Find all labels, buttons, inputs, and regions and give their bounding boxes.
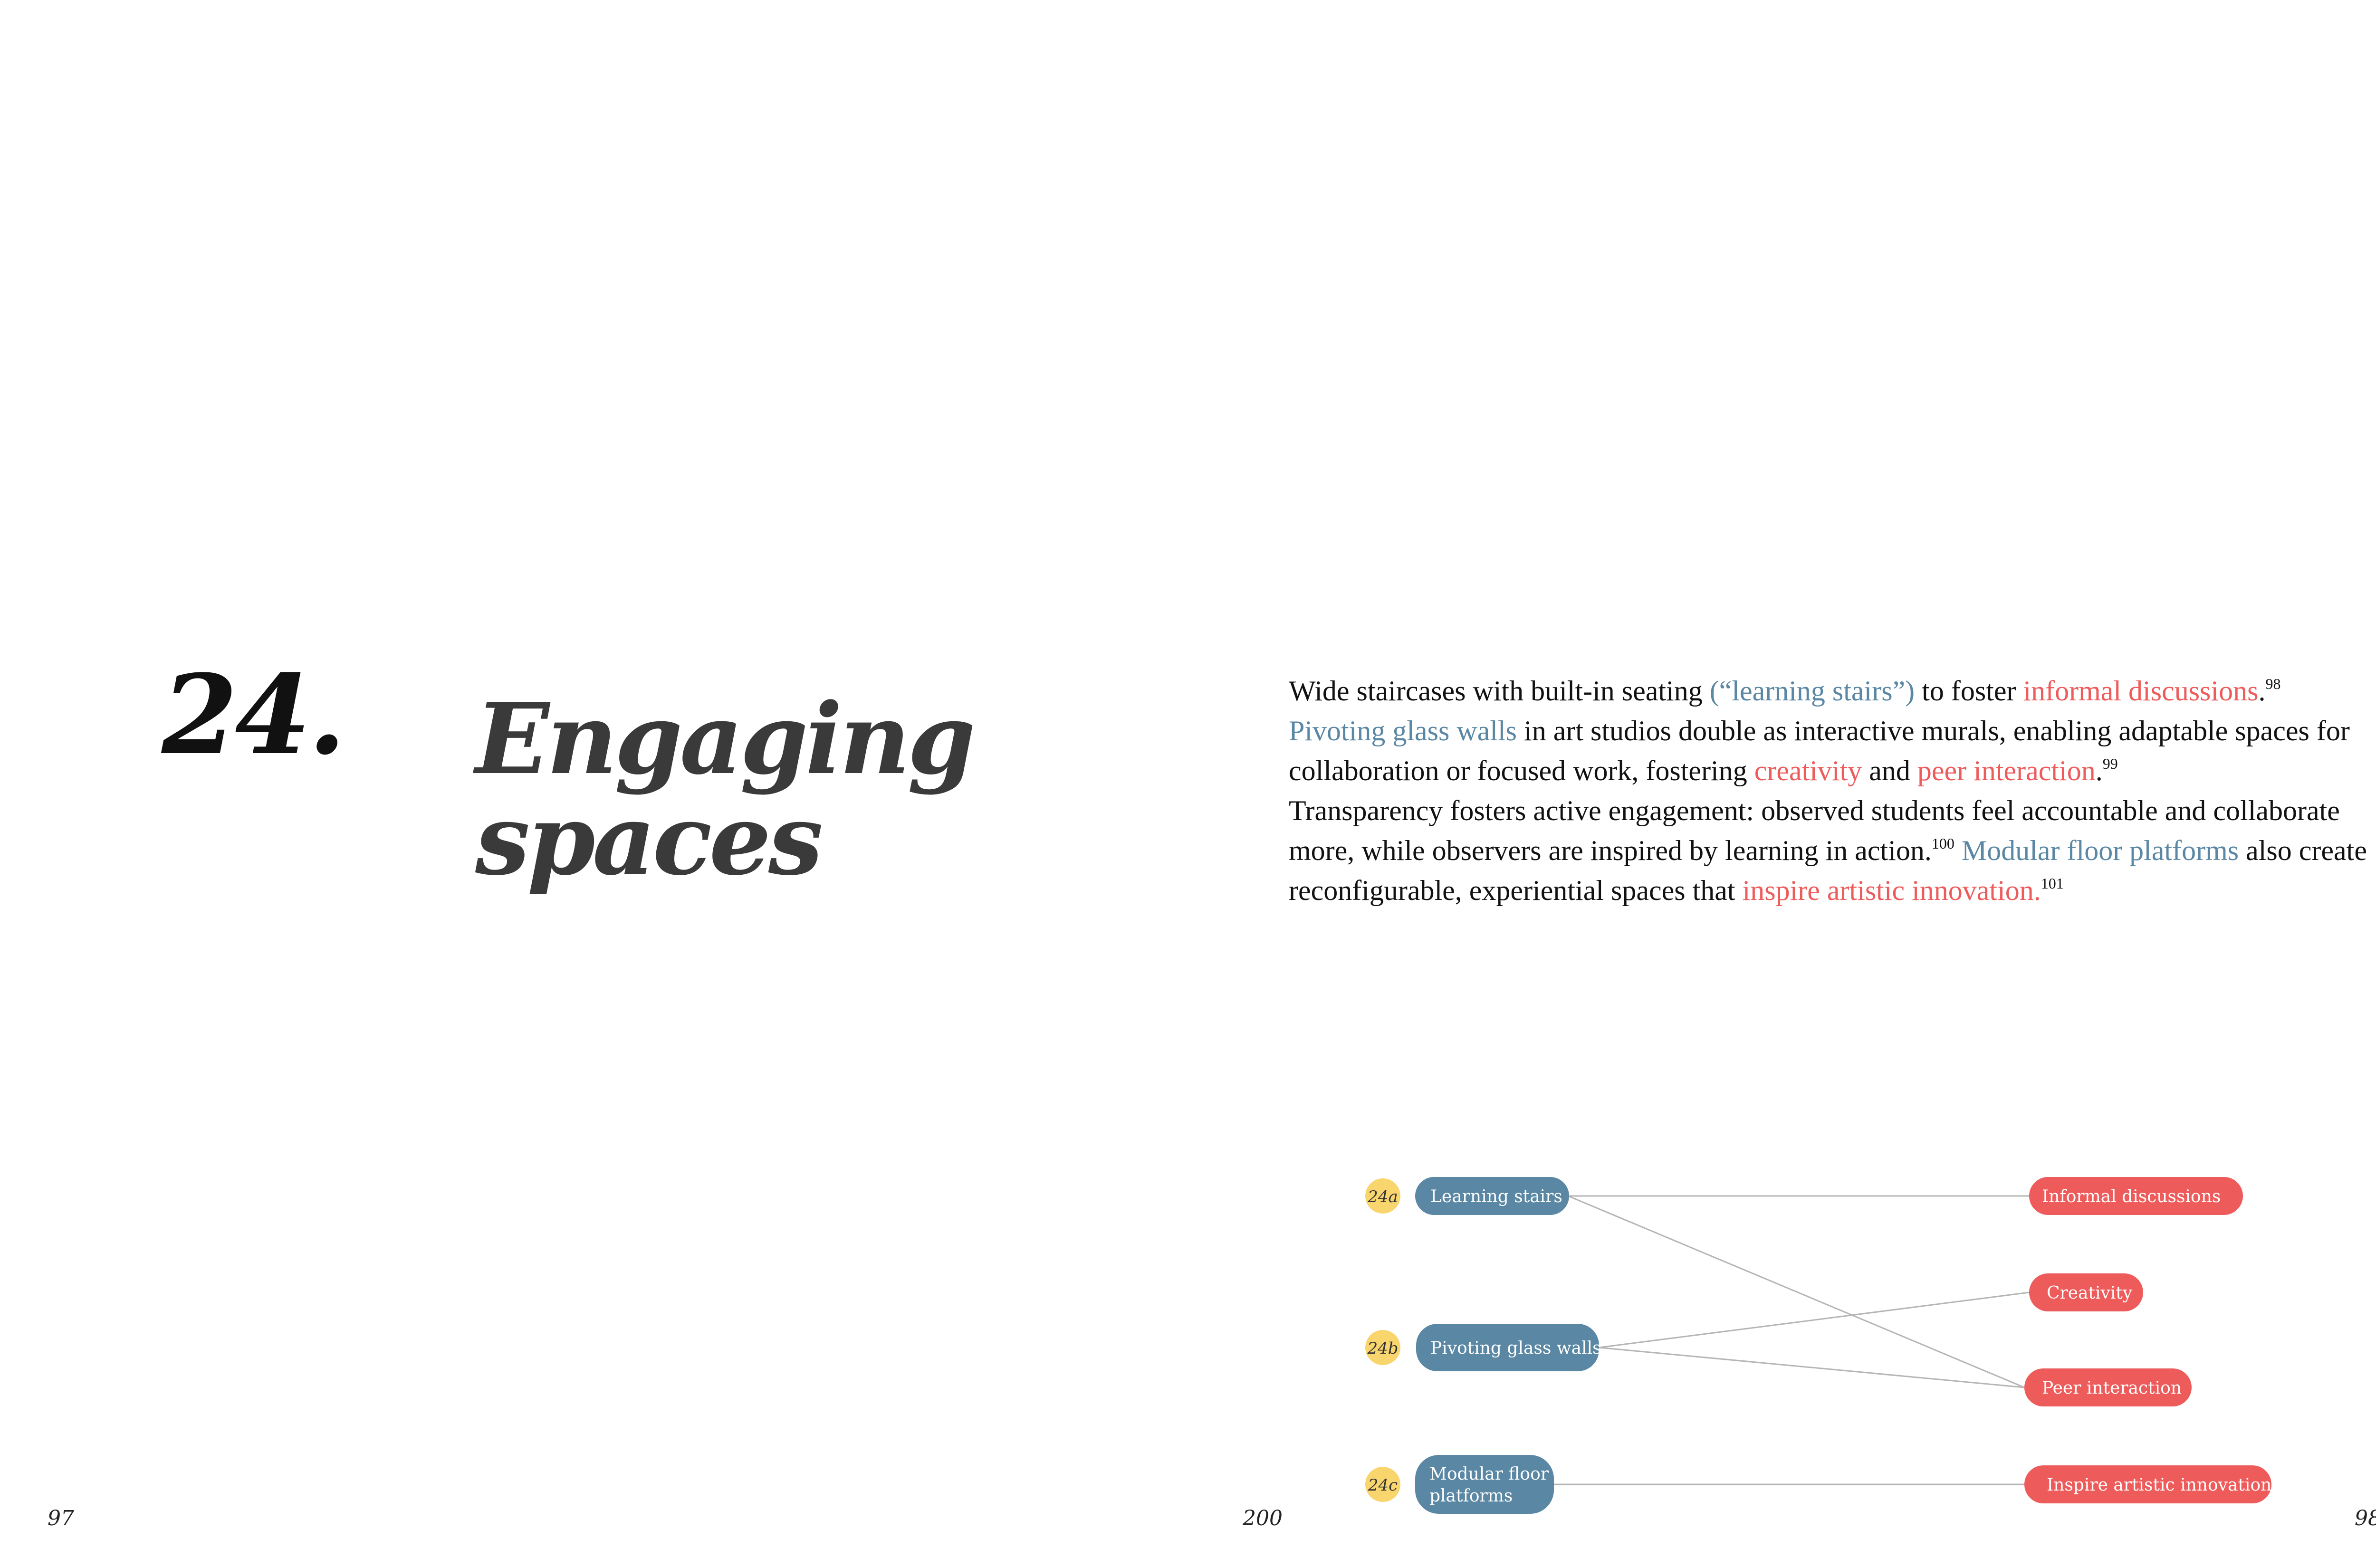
outcome-node-inspire-artistic-innovation: Inspire artistic innovation <box>2024 1465 2271 1503</box>
feature-label-line-1: Modular floor <box>1429 1464 1549 1484</box>
outcome-label: Informal discussions <box>2042 1187 2221 1206</box>
connector-glass-walls-peer-interaction <box>1599 1347 2025 1388</box>
outcome-node-peer-interaction: Peer interaction <box>2024 1368 2192 1406</box>
feature-label-line-2: platforms <box>1429 1486 1513 1506</box>
feature-node-24c: 24c Modular floor platforms <box>1365 1455 1554 1514</box>
feature-node-24b: 24b Pivoting glass walls <box>1365 1324 1601 1371</box>
connector-glass-walls-creativity <box>1599 1291 2030 1348</box>
tag-label: 24b <box>1367 1339 1398 1358</box>
feature-node-24a: 24a Learning stairs <box>1365 1177 1569 1215</box>
connector-lines <box>1554 1195 2030 1485</box>
page-number-right: 98 <box>2355 1506 2376 1530</box>
tag-label: 24c <box>1368 1476 1398 1495</box>
outcome-label: Peer interaction <box>2042 1378 2182 1398</box>
page-number-left: 97 <box>48 1506 74 1530</box>
outcome-label: Creativity <box>2047 1283 2133 1303</box>
feature-outcome-diagram: 24a Learning stairs 24b Pivoting glass w… <box>1365 1177 2271 1514</box>
connector-learning-stairs-peer-interaction <box>1568 1195 2025 1388</box>
page-counter: 200 <box>1243 1506 1283 1530</box>
outcome-label: Inspire artistic innovation <box>2047 1475 2271 1495</box>
outcome-node-informal-discussions: Informal discussions <box>2029 1177 2243 1215</box>
feature-label: Pivoting glass walls <box>1430 1339 1601 1358</box>
outcome-node-creativity: Creativity <box>2029 1273 2143 1311</box>
tag-label: 24a <box>1367 1187 1398 1206</box>
feature-label: Learning stairs <box>1430 1187 1562 1206</box>
